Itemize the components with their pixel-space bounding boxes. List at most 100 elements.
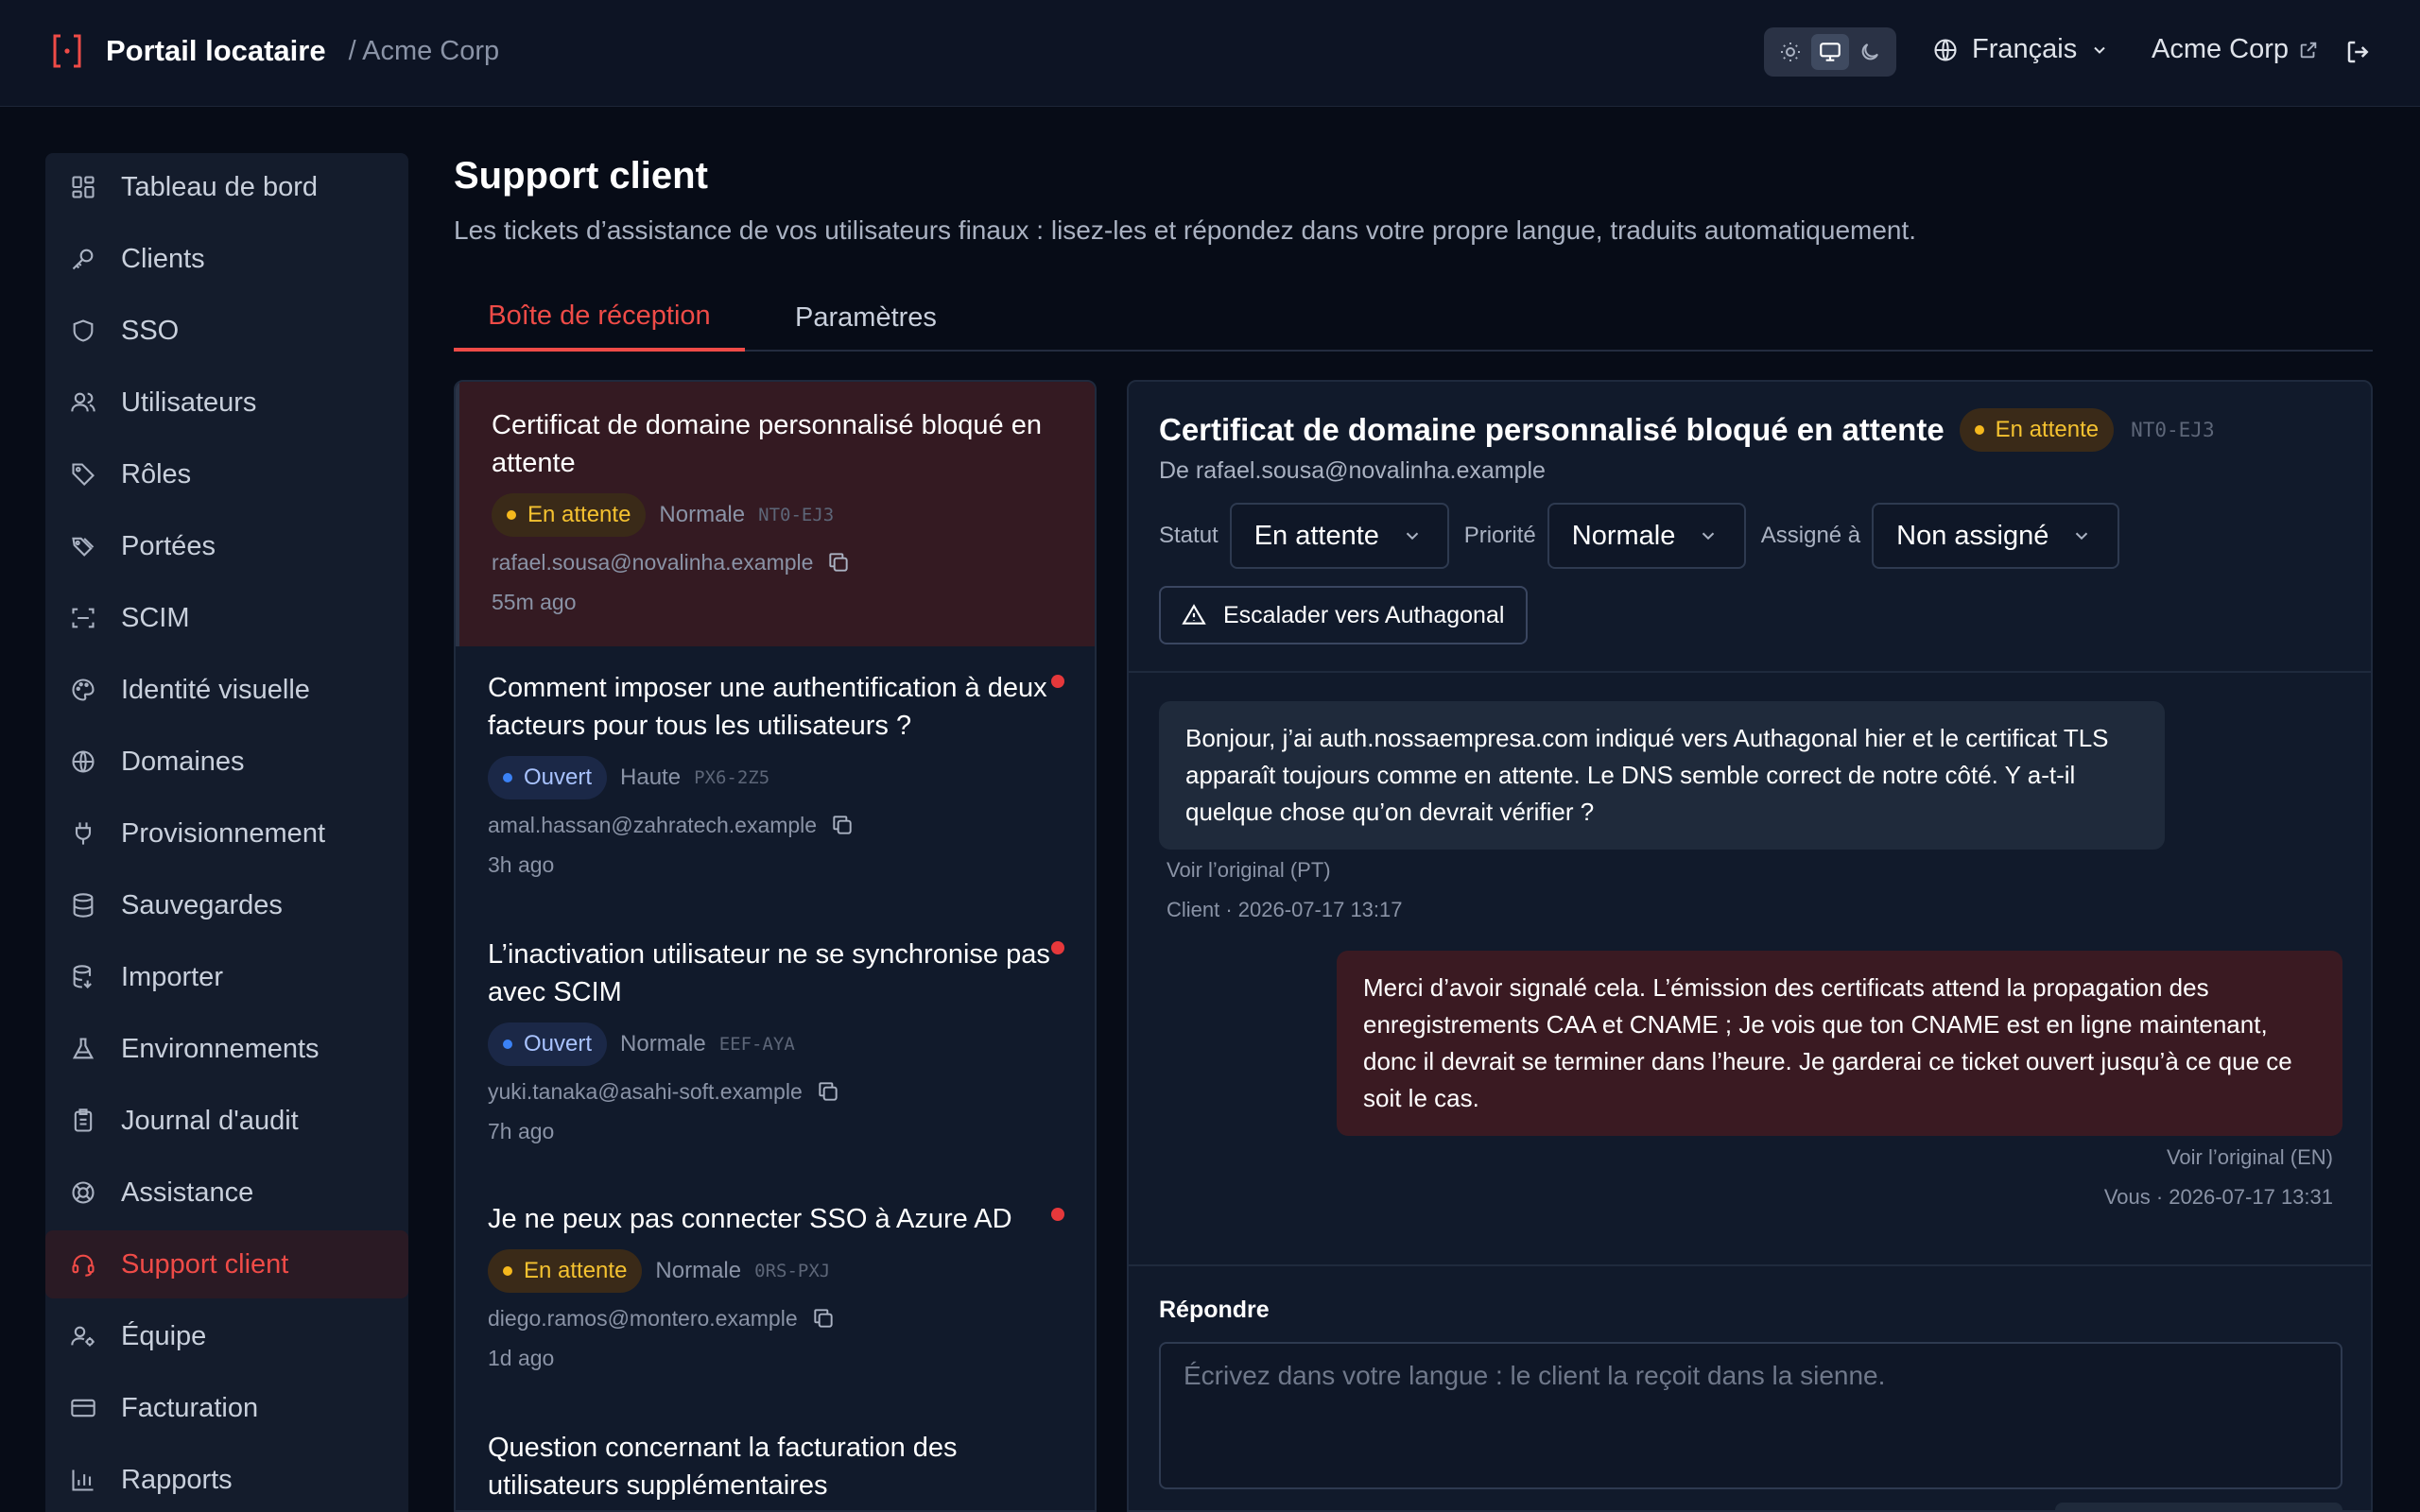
sidebar-item-label: Support client — [121, 1248, 289, 1280]
scan-icon — [68, 603, 98, 633]
priority-label: Normale — [655, 1258, 742, 1283]
sidebar-item-billing[interactable]: Facturation — [45, 1374, 408, 1442]
sidebar-item-label: Journal d'audit — [121, 1105, 299, 1136]
priority-select[interactable]: Normale — [1547, 503, 1746, 569]
clipboard-icon — [68, 1106, 98, 1136]
palette-icon — [68, 675, 98, 705]
status-badge: Ouvert — [488, 756, 608, 799]
brand[interactable]: Portail locataire / Acme Corp — [51, 32, 499, 70]
sidebar-item-scim[interactable]: SCIM — [45, 584, 408, 652]
top-bar: Portail locataire / Acme Corp Français A… — [0, 0, 2420, 107]
assignee-select[interactable]: Non assigné — [1872, 503, 2120, 569]
sidebar-item-assistance[interactable]: Assistance — [45, 1159, 408, 1227]
ticket-list-item[interactable]: Je ne peux pas connecter SSO à Azure AD … — [456, 1176, 1095, 1402]
logout-icon — [2347, 41, 2369, 63]
priority-label: Haute — [620, 765, 682, 790]
moon-icon — [1861, 43, 1878, 60]
sidebar-item-label: Utilisateurs — [121, 387, 257, 418]
theme-switcher — [1764, 27, 1896, 77]
unread-dot — [1051, 1208, 1064, 1221]
priority-label: Normale — [659, 502, 746, 527]
ticket-list-item[interactable]: Comment imposer une authentification à d… — [456, 646, 1095, 911]
divider — [1129, 1264, 2371, 1266]
status-select[interactable]: En attente — [1229, 503, 1449, 569]
credit-card-icon — [68, 1393, 98, 1423]
sidebar-item-provisioning[interactable]: Provisionnement — [45, 799, 408, 868]
ticket-email: rafael.sousa@novalinha.example — [492, 549, 814, 575]
view-original-link[interactable]: Voir l’original (PT) — [1167, 858, 1331, 883]
sidebar-item-sso[interactable]: SSO — [45, 297, 408, 365]
external-link-icon — [2300, 42, 2317, 58]
user-cog-icon — [68, 1321, 98, 1351]
ticket-detail-title: Certificat de domaine personnalisé bloqu… — [1159, 412, 1945, 447]
system-theme-button[interactable] — [1811, 34, 1849, 70]
assignee-select-value: Non assigné — [1896, 520, 2049, 551]
language-label: Français — [1972, 34, 2078, 64]
sidebar-item-label: Facturation — [121, 1392, 259, 1423]
light-theme-button[interactable] — [1772, 34, 1809, 70]
view-original-link[interactable]: Voir l’original (EN) — [2167, 1145, 2333, 1170]
sidebar-item-label: Sauvegardes — [121, 889, 283, 920]
sidebar-item-environments[interactable]: Environnements — [45, 1015, 408, 1083]
page-title: Support client — [454, 155, 708, 197]
unread-dot — [1051, 675, 1064, 688]
sun-icon — [1781, 43, 1800, 61]
priority-select-value: Normale — [1571, 520, 1676, 551]
copy-icon[interactable] — [811, 1306, 836, 1331]
tab-inbox[interactable]: Boîte de réception — [454, 284, 745, 352]
ticket-list-item[interactable]: Question concernant la facturation des u… — [456, 1429, 1095, 1510]
sidebar-item-import[interactable]: Importer — [45, 943, 408, 1011]
sidebar-item-label: Portées — [121, 530, 216, 561]
page-description: Les tickets d’assistance de vos utilisat… — [454, 215, 1917, 245]
language-selector[interactable]: Français — [1932, 34, 2109, 65]
logout-button[interactable] — [2344, 38, 2373, 71]
app-title: Portail locataire — [106, 34, 326, 67]
reply-textarea[interactable] — [1159, 1342, 2342, 1489]
database-icon — [68, 890, 98, 920]
escalate-button[interactable]: Escalader vers Authagonal — [1159, 586, 1528, 644]
ticket-id: EEF-AYA — [718, 1034, 795, 1055]
sidebar-item-label: Équipe — [121, 1320, 207, 1351]
org-link[interactable]: Acme Corp — [2152, 34, 2319, 65]
globe-icon — [1934, 38, 1957, 61]
sidebar-item-branding[interactable]: Identité visuelle — [45, 656, 408, 724]
assignee-label: Assigné à — [1760, 523, 1861, 548]
ticket-list-item[interactable]: Certificat de domaine personnalisé bloqu… — [456, 382, 1095, 646]
status-badge: Ouvert — [488, 1022, 608, 1066]
message-meta: Client · 2026-07-17 13:17 — [1167, 898, 1403, 921]
tab-bar: Boîte de réception Paramètres — [454, 284, 2373, 352]
sidebar-item-domains[interactable]: Domaines — [45, 728, 408, 796]
sidebar-item-reports[interactable]: Rapports — [45, 1446, 408, 1512]
sidebar-item-clients[interactable]: Clients — [45, 225, 408, 293]
sidebar-item-label: Importer — [121, 961, 223, 992]
reply-label: Répondre — [1159, 1297, 1270, 1323]
ticket-title: Certificat de domaine personnalisé bloqu… — [492, 410, 1042, 478]
ticket-detail-panel: Certificat de domaine personnalisé bloqu… — [1127, 380, 2373, 1512]
sidebar-item-team[interactable]: Équipe — [45, 1302, 408, 1370]
send-button[interactable] — [2055, 1503, 2342, 1510]
copy-icon[interactable] — [830, 813, 855, 837]
ticket-controls: Statut En attente Priorité Normale Assig… — [1159, 503, 2135, 569]
lifebuoy-icon — [68, 1177, 98, 1208]
sidebar-item-dashboard[interactable]: Tableau de bord — [45, 153, 408, 221]
headset-icon — [68, 1249, 98, 1280]
sidebar-item-customer-support[interactable]: Support client — [45, 1230, 408, 1298]
copy-icon[interactable] — [816, 1079, 840, 1104]
sidebar-item-backups[interactable]: Sauvegardes — [45, 871, 408, 939]
sidebar-item-users[interactable]: Utilisateurs — [45, 369, 408, 437]
status-badge: En attente — [492, 493, 647, 537]
customer-message: Bonjour, j’ai auth.nossaempresa.com indi… — [1159, 701, 2165, 850]
sidebar-item-label: Assistance — [121, 1177, 254, 1208]
sidebar-item-audit-log[interactable]: Journal d'audit — [45, 1087, 408, 1155]
sidebar-item-roles[interactable]: Rôles — [45, 440, 408, 508]
dark-theme-button[interactable] — [1851, 34, 1889, 70]
unread-dot — [1051, 941, 1064, 954]
sidebar-item-label: Provisionnement — [121, 817, 325, 849]
tab-settings[interactable]: Paramètres — [771, 284, 960, 352]
copy-icon[interactable] — [826, 550, 851, 575]
sidebar-item-scopes[interactable]: Portées — [45, 512, 408, 580]
ticket-list-item[interactable]: L’inactivation utilisateur ne se synchro… — [456, 911, 1095, 1176]
flask-icon — [68, 1034, 98, 1064]
ticket-id: NT0-EJ3 — [758, 505, 835, 525]
chevron-down-icon — [2076, 532, 2088, 541]
